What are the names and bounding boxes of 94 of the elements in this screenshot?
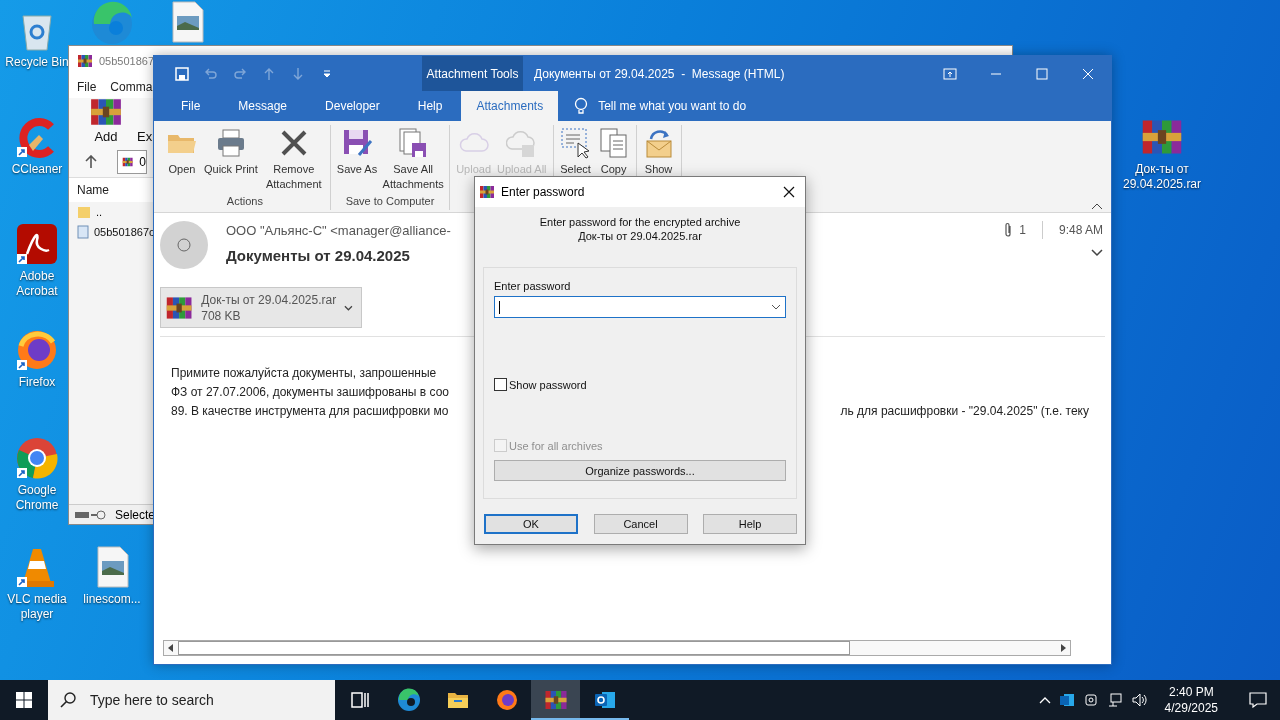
folder-icon <box>77 205 91 219</box>
received-time: 9:48 AM <box>1058 223 1103 237</box>
left-arrow-icon[interactable] <box>168 644 174 652</box>
minimize-icon <box>991 72 1001 75</box>
ribbon-tab[interactable]: Message <box>219 91 307 121</box>
pdf-app-icon[interactable] <box>15 222 59 266</box>
horizontal-scrollbar[interactable] <box>163 640 1071 656</box>
icon-label: CCleaner <box>11 162 63 177</box>
attachment-chip[interactable]: Док-ты от 29.04.2025.rar 708 KB <box>160 287 362 328</box>
ribbon-button[interactable]: Open <box>164 125 200 179</box>
network-icon[interactable] <box>1106 692 1123 708</box>
prompt-text: Enter password for the encrypted archive <box>539 216 741 228</box>
tell-me-search[interactable]: Tell me what you want to do <box>558 91 753 121</box>
window-title: 05b501867 <box>99 55 155 67</box>
maximize-icon <box>1034 65 1050 82</box>
mail-app-icon[interactable] <box>1058 692 1075 708</box>
close-icon <box>783 186 795 198</box>
icon-label: Recycle Bin <box>5 55 69 70</box>
select-cursor-icon <box>559 127 592 159</box>
dialog-button[interactable]: Help <box>703 514 797 534</box>
ribbon-tab[interactable]: Developer <box>306 91 399 121</box>
path-field[interactable]: 0 <box>117 149 147 174</box>
file-name[interactable]: 05b501867c <box>94 226 155 238</box>
menu-item[interactable]: Comma <box>110 80 153 94</box>
chevron-down-icon[interactable] <box>1091 249 1103 257</box>
drive-key-icon <box>75 509 107 520</box>
body-text: ль для расшифровки - "29.04.2025" (т.е. теку <box>840 403 1089 419</box>
caret-up-icon <box>1091 202 1103 210</box>
ribbon-tab[interactable]: File <box>162 91 220 121</box>
context-tab-title: Attachment Tools <box>422 56 523 91</box>
windows-logo-icon <box>16 692 32 708</box>
lightbulb-icon <box>574 97 589 115</box>
prompt-text: Док-ты от 29.04.2025.rar <box>578 230 702 242</box>
icon-label: linescom... <box>83 592 141 607</box>
avatar <box>160 221 208 269</box>
firefox-icon <box>494 688 519 712</box>
chevron-down-icon[interactable] <box>771 304 781 310</box>
ribbon-display-icon <box>942 65 958 82</box>
ribbon-button[interactable]: Quick Print <box>202 125 260 179</box>
ribbon-tab[interactable]: Help <box>398 91 462 121</box>
file-name[interactable]: .. <box>96 206 103 218</box>
icon-label: Док-ты от 29.04.2025.rar <box>1123 162 1202 192</box>
archive-icon <box>77 53 93 69</box>
sender: ООО "Альянс-С" <manager@alliance- <box>226 223 451 238</box>
file-icon <box>77 225 89 239</box>
body-text: Примите пожалуйста документы, запрошенные <box>171 365 437 381</box>
window-title: Документы от 29.04.2025 - Message (HTML) <box>533 65 786 83</box>
ribbon-button[interactable]: Show <box>640 125 677 179</box>
body-text: 89. В качестве инструмента для расшифровки мо <box>171 403 449 419</box>
right-arrow-icon[interactable] <box>1060 644 1066 652</box>
password-field[interactable] <box>494 296 786 318</box>
dialog-button[interactable]: Cancel <box>593 514 688 534</box>
organize-passwords-button[interactable]: Organize passwords... <box>494 460 786 481</box>
clock-date: 4/29/2025 <box>1164 700 1218 716</box>
field-label: Enter password <box>494 280 572 292</box>
dialog-title: Enter password <box>501 185 586 199</box>
archive-icon <box>479 184 495 200</box>
body-text: ФЗ от 27.07.2006, документы зашифрованы в соо <box>171 384 450 400</box>
chevron-up-icon[interactable] <box>1038 696 1051 704</box>
dialog-button[interactable]: OK <box>484 514 578 534</box>
clock-time: 2:40 PM <box>1168 684 1214 700</box>
archive-icon <box>543 688 568 712</box>
subject: Документы от 29.04.2025 <box>226 247 410 264</box>
browser-icon <box>396 688 421 712</box>
firefox-icon[interactable] <box>15 328 59 372</box>
copy-icon <box>597 127 630 159</box>
collapse-ribbon-button[interactable] <box>1091 202 1103 210</box>
icon-label: Firefox <box>18 375 56 390</box>
save-icon[interactable] <box>174 65 190 82</box>
icon-label: Adobe Acrobat <box>15 269 59 299</box>
ribbon-button[interactable]: Save As <box>334 125 380 179</box>
icon-label: Google Chrome <box>14 483 60 513</box>
attachment-count: 1 <box>1019 223 1026 237</box>
chrome-icon[interactable] <box>15 436 59 480</box>
menu-item[interactable]: File <box>77 80 97 94</box>
ribbon-button[interactable]: Select <box>557 125 594 179</box>
attachment-size: 708 KB <box>201 308 241 323</box>
search-input[interactable]: Type here to search <box>88 691 335 709</box>
paperclip-icon <box>1003 222 1014 238</box>
checkbox[interactable] <box>494 378 507 391</box>
ribbon-tab[interactable]: Attachments <box>461 91 559 121</box>
icon-label: VLC media player <box>6 592 68 622</box>
volume-icon[interactable] <box>1130 692 1147 708</box>
search-field[interactable]: Type here to search <box>48 680 335 720</box>
up-arrow-icon[interactable] <box>85 154 97 169</box>
attachment-name: Док-ты от 29.04.2025.rar <box>201 292 337 307</box>
toolbar-button[interactable]: Add <box>89 95 123 146</box>
checkbox-label[interactable]: Show password <box>509 378 587 391</box>
status-text: Selecte <box>115 507 156 522</box>
chevron-down-icon <box>344 304 353 311</box>
search-icon <box>60 692 76 708</box>
camera-icon[interactable] <box>1082 692 1099 708</box>
chat-bubble-icon <box>1249 692 1267 708</box>
toolbar-button[interactable]: Ex <box>137 129 153 146</box>
